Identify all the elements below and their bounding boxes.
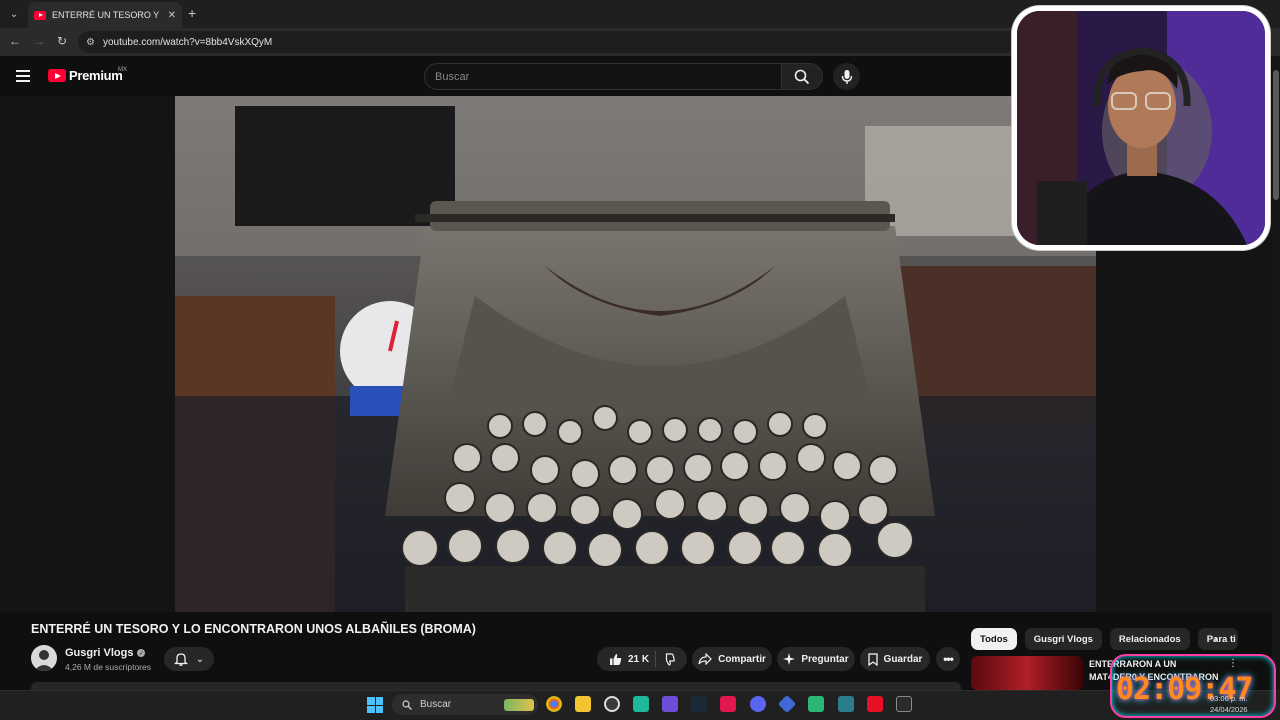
share-icon — [698, 653, 712, 665]
tiktok-icon[interactable] — [720, 696, 736, 712]
youtube-logo-icon[interactable] — [48, 69, 66, 82]
like-dislike-group: 21 K — [597, 647, 687, 671]
share-label: Compartir — [718, 653, 766, 665]
like-count: 21 K — [627, 653, 650, 665]
epic-games-icon[interactable] — [896, 696, 912, 712]
taskbar-search[interactable]: Buscar — [392, 694, 538, 715]
chip-for-you[interactable]: Para ti — [1197, 628, 1238, 650]
like-divider — [655, 651, 657, 667]
microphone-icon — [841, 69, 852, 84]
thumbs-up-icon — [609, 653, 622, 665]
chip-todos[interactable]: Todos — [971, 628, 1017, 650]
search-icon — [794, 69, 810, 84]
discord-icon[interactable] — [750, 696, 766, 712]
youtube-favicon-icon — [34, 10, 46, 20]
search-icon — [402, 699, 412, 710]
more-horizontal-icon: ••• — [943, 652, 954, 666]
wps-icon[interactable] — [867, 696, 883, 712]
description-box[interactable] — [31, 682, 961, 690]
recommendation-chips: Todos Gusgri Vlogs Relacionados Para ti — [971, 628, 1238, 650]
bookmark-icon — [867, 652, 878, 666]
recommendation-thumbnail[interactable] — [971, 656, 1083, 690]
reload-icon[interactable]: ↻ — [57, 34, 67, 48]
subscriber-count: 4,26 M de suscriptores — [65, 662, 151, 672]
streamer-webcam-image — [1017, 11, 1265, 245]
file-explorer-icon[interactable] — [575, 696, 591, 712]
steam-icon[interactable] — [691, 696, 707, 712]
tab-title: ENTERRÉ UN TESORO Y LO ENCONTRARON — [52, 10, 162, 20]
search-highlight-icon — [504, 698, 534, 711]
brand-region: MX — [118, 67, 127, 73]
menu-icon[interactable] — [16, 70, 30, 82]
brand-name[interactable]: Premium — [69, 68, 123, 83]
scrollbar-thumb[interactable] — [1273, 70, 1279, 200]
taskbar-search-text: Buscar — [420, 699, 452, 710]
windows-start-icon[interactable] — [367, 697, 383, 713]
notes-icon[interactable] — [808, 696, 824, 712]
chip-related[interactable]: Relacionados — [1109, 628, 1190, 650]
voice-search-button[interactable] — [833, 63, 860, 90]
ask-label: Preguntar — [801, 653, 849, 665]
ask-button[interactable]: Preguntar — [777, 647, 855, 671]
avatar-image — [31, 645, 57, 671]
search-button[interactable] — [781, 63, 823, 90]
webcam-overlay — [1012, 6, 1270, 250]
share-button[interactable]: Compartir — [692, 647, 772, 671]
video-frame-typewriter — [175, 96, 1096, 612]
site-info-icon[interactable]: ⚙ — [86, 37, 95, 48]
chevron-right-icon[interactable]: › — [1214, 634, 1217, 645]
obs-icon[interactable] — [604, 696, 620, 712]
video-player[interactable] — [175, 96, 1096, 612]
chevron-down-icon: ⌄ — [195, 653, 205, 665]
browser-tab[interactable]: ENTERRÉ UN TESORO Y LO ENCONTRARON ✕ — [28, 2, 182, 28]
clock-time[interactable]: 03:06 p. m. — [1210, 694, 1248, 703]
tab-search-chevron-icon[interactable]: ⌄ — [6, 6, 22, 22]
chatgpt-icon[interactable] — [633, 696, 649, 712]
url-text: youtube.com/watch?v=8bb4VskXQyM — [102, 36, 273, 48]
chip-channel[interactable]: Gusgri Vlogs — [1024, 628, 1102, 650]
chrome-icon[interactable] — [546, 696, 562, 712]
notifications-button[interactable]: ⌄ — [164, 647, 214, 671]
forward-icon[interactable]: → — [33, 34, 45, 48]
more-actions-button[interactable]: ••• — [936, 647, 960, 671]
like-button[interactable]: 21 K — [609, 653, 649, 666]
bell-icon — [173, 653, 188, 666]
verified-icon: ✓ — [137, 649, 146, 657]
channel-avatar[interactable] — [31, 645, 57, 671]
app-grid-icon[interactable] — [662, 696, 678, 712]
address-bar[interactable]: ⚙ youtube.com/watch?v=8bb4VskXQyM — [78, 31, 1018, 53]
search-placeholder: Buscar — [435, 70, 470, 83]
channel-name-text[interactable]: Gusgri Vlogs — [65, 647, 133, 659]
capcut-icon[interactable] — [838, 696, 854, 712]
back-icon[interactable]: ← — [9, 34, 21, 48]
close-tab-icon[interactable]: ✕ — [168, 10, 176, 21]
save-button[interactable]: Guardar — [860, 647, 930, 671]
video-title: ENTERRÉ UN TESORO Y LO ENCONTRARON UNOS … — [31, 622, 476, 636]
thumbs-down-icon[interactable] — [662, 652, 675, 666]
new-tab-icon[interactable]: + — [188, 5, 196, 21]
save-label: Guardar — [883, 653, 923, 665]
clock-date[interactable]: 24/04/2026 — [1210, 705, 1248, 714]
sparkle-icon — [783, 653, 796, 665]
search-input[interactable]: Buscar — [424, 63, 782, 90]
channel-name[interactable]: Gusgri Vlogs ✓ — [65, 647, 146, 659]
